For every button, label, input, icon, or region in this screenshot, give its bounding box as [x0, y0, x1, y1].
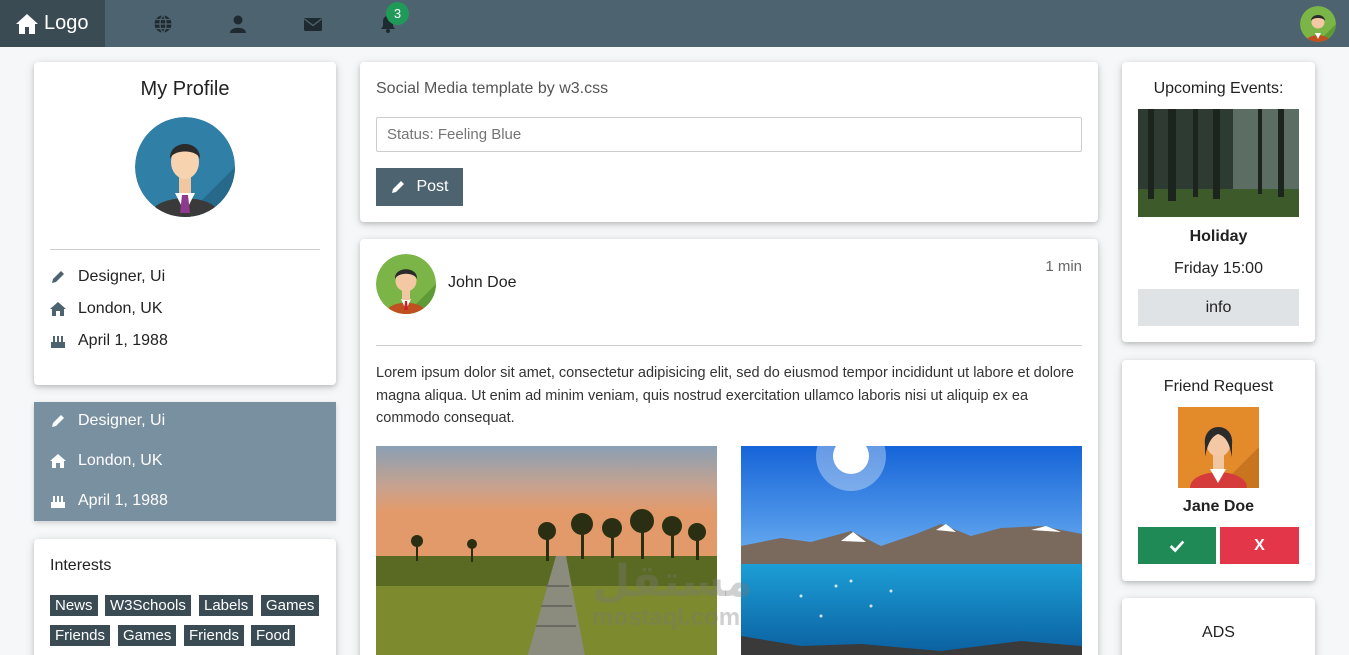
interests-card: Interests News W3Schools Labels Games Fr… — [34, 539, 336, 655]
friend-request-avatar — [1178, 407, 1259, 488]
interest-tag[interactable]: W3Schools — [105, 595, 191, 616]
post-card: John Doe 1 min Lorem ipsum dolor sit ame… — [360, 239, 1098, 655]
accordion-location: London, UK — [78, 452, 163, 469]
event-image-forest — [1138, 109, 1299, 217]
accordion-job-item[interactable]: Designer, Ui — [50, 412, 165, 430]
interest-tag[interactable]: Labels — [199, 595, 254, 616]
event-name: Holiday — [1189, 228, 1248, 245]
pencil-icon — [52, 271, 64, 283]
notification-badge: 3 — [386, 2, 409, 25]
pencil-icon — [52, 415, 64, 427]
interest-tag[interactable]: Games — [118, 625, 177, 646]
interest-tag[interactable]: Friends — [50, 625, 111, 646]
birthday-cake-icon — [51, 496, 65, 508]
top-navigation-bar: Logo 3 — [0, 0, 1349, 47]
events-title: Upcoming Events: — [1153, 80, 1284, 97]
home-icon — [16, 13, 38, 34]
interest-tag[interactable]: News — [50, 595, 98, 616]
home-icon — [50, 302, 66, 316]
status-card-title: Social Media template by w3.css — [376, 80, 609, 97]
profile-title: My Profile — [140, 78, 230, 100]
interest-tag[interactable]: Food — [251, 625, 296, 646]
profile-location-row: London, UK — [50, 300, 163, 318]
accept-friend-button[interactable] — [1138, 527, 1216, 564]
friend-request-title: Friend Request — [1163, 378, 1274, 395]
decline-friend-button[interactable]: X — [1220, 527, 1299, 564]
logo-link[interactable]: Logo — [0, 0, 105, 47]
globe-icon — [154, 14, 171, 33]
nav-account-button[interactable] — [200, 0, 275, 47]
post-image-lake[interactable] — [741, 446, 1082, 655]
nav-messages-button[interactable] — [275, 0, 350, 47]
profile-job-row: Designer, Ui — [50, 268, 165, 286]
upcoming-events-card: Upcoming Events: Holiday Friday 15:00 in… — [1122, 62, 1315, 342]
accordion-birthday-item[interactable]: April 1, 1988 — [50, 492, 168, 510]
ads-title: ADS — [1202, 624, 1235, 641]
profile-divider — [50, 249, 320, 250]
event-time: Friday 15:00 — [1174, 260, 1263, 277]
accordion-job: Designer, Ui — [78, 412, 166, 429]
friend-request-card: Friend Request Jane Doe X — [1122, 360, 1315, 581]
interests-title: Interests — [50, 557, 112, 574]
friend-request-name: Jane Doe — [1182, 498, 1255, 515]
user-icon — [229, 15, 246, 33]
accordion-birthday: April 1, 1988 — [78, 492, 168, 509]
profile-job: Designer, Ui — [78, 268, 166, 285]
birthday-cake-icon — [51, 336, 65, 348]
envelope-icon — [303, 17, 322, 31]
nav-news-button[interactable] — [125, 0, 200, 47]
accordion-location-item[interactable]: London, UK — [50, 452, 163, 470]
post-author-avatar[interactable] — [376, 254, 436, 314]
profile-avatar — [135, 117, 235, 217]
post-button-label: Post — [416, 178, 449, 195]
profile-location: London, UK — [78, 300, 163, 317]
profile-birthday-row: April 1, 1988 — [50, 332, 168, 350]
ads-card: ADS — [1122, 598, 1315, 655]
post-divider — [376, 345, 1082, 346]
profile-accordion: Designer, Ui London, UK April 1, 1988 — [34, 402, 336, 521]
pencil-icon — [392, 181, 405, 193]
status-card: Social Media template by w3.css Post — [360, 62, 1098, 222]
interest-tag[interactable]: Games — [261, 595, 320, 616]
post-button[interactable]: Post — [376, 168, 463, 206]
status-input[interactable] — [376, 117, 1082, 152]
profile-birthday: April 1, 1988 — [78, 332, 168, 349]
logo-label: Logo — [44, 12, 89, 34]
home-icon — [50, 454, 66, 468]
post-author-name[interactable]: John Doe — [448, 274, 517, 292]
event-info-button[interactable]: info — [1138, 289, 1299, 326]
interest-tag[interactable]: Friends — [184, 625, 245, 646]
post-body-text: Lorem ipsum dolor sit amet, consectetur … — [376, 365, 1074, 426]
post-image-boardwalk[interactable] — [376, 446, 717, 655]
profile-card: My Profile Designer, Ui London, UK April… — [34, 62, 336, 385]
top-user-avatar[interactable] — [1300, 6, 1336, 42]
post-timestamp: 1 min — [1045, 258, 1082, 275]
check-icon — [1169, 540, 1185, 552]
